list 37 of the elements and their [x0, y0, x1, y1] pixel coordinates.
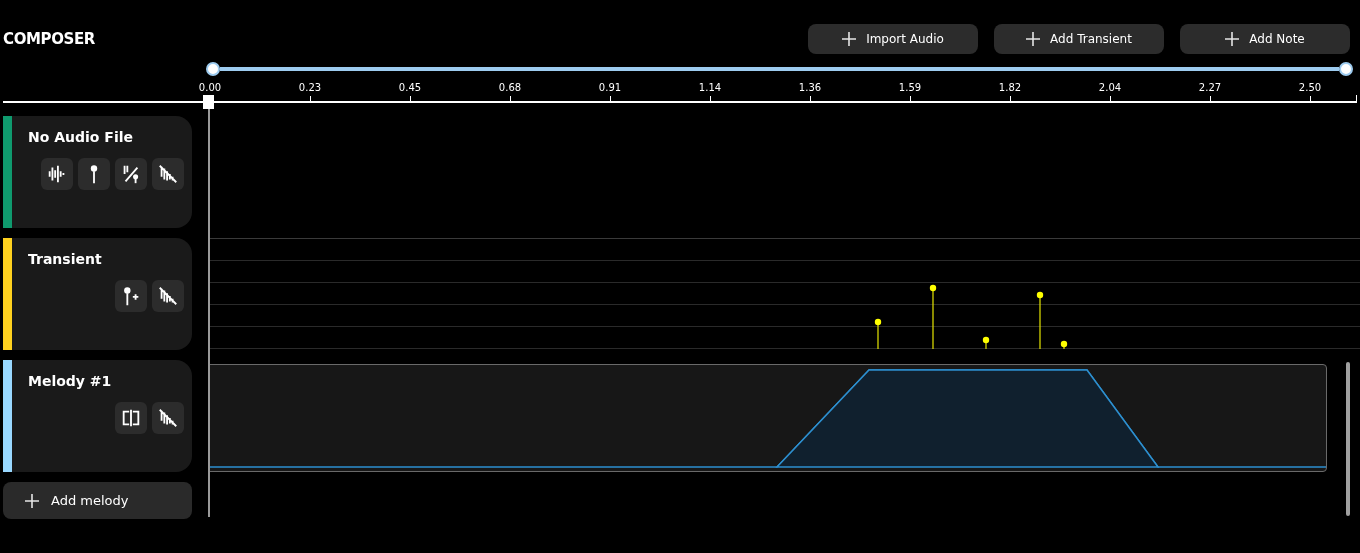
plus-icon — [1225, 32, 1240, 46]
mute-icon[interactable] — [152, 280, 184, 312]
ruler-label: 1.59 — [898, 81, 922, 95]
plus-icon — [1026, 32, 1041, 46]
pin-slash-icon[interactable] — [115, 158, 147, 190]
ruler-label: 0.68 — [498, 81, 522, 95]
app-title: COMPOSER — [3, 28, 96, 50]
toolbar-button[interactable]: Add Transient — [994, 24, 1164, 54]
ruler-label: 0.91 — [598, 81, 622, 95]
toolbar-button[interactable]: Import Audio — [808, 24, 978, 54]
pin-plus-icon[interactable] — [115, 280, 147, 312]
ruler-label: 1.36 — [798, 81, 822, 95]
range-slider-fill[interactable] — [220, 67, 1339, 71]
track-name: No Audio File — [28, 129, 134, 145]
scrollbar-thumb[interactable] — [1346, 362, 1350, 516]
ruler-label: 1.82 — [998, 81, 1022, 95]
ruler-label: 2.27 — [1198, 81, 1222, 95]
toolbar-button[interactable]: Add Note — [1180, 24, 1350, 54]
ruler-label: 1.14 — [698, 81, 722, 95]
mute-icon[interactable] — [152, 158, 184, 190]
pin-icon[interactable] — [78, 158, 110, 190]
add-melody-button[interactable]: Add melody — [3, 482, 192, 519]
waveform-icon[interactable] — [41, 158, 73, 190]
playhead-handle[interactable] — [203, 95, 214, 109]
track-name: Transient — [28, 251, 103, 267]
ruler-label: 0.00 — [198, 81, 222, 95]
plus-icon — [25, 493, 39, 508]
ruler-label: 0.45 — [398, 81, 422, 95]
ruler-label: 0.23 — [298, 81, 322, 95]
range-end-handle[interactable] — [1339, 62, 1353, 76]
ruler-label: 2.04 — [1098, 81, 1122, 95]
plus-icon — [842, 32, 857, 46]
track-name: Melody #1 — [28, 373, 113, 389]
range-start-handle[interactable] — [206, 62, 220, 76]
mute-icon[interactable] — [152, 402, 184, 434]
ruler-label: 2.50 — [1298, 81, 1322, 95]
split-icon[interactable] — [115, 402, 147, 434]
